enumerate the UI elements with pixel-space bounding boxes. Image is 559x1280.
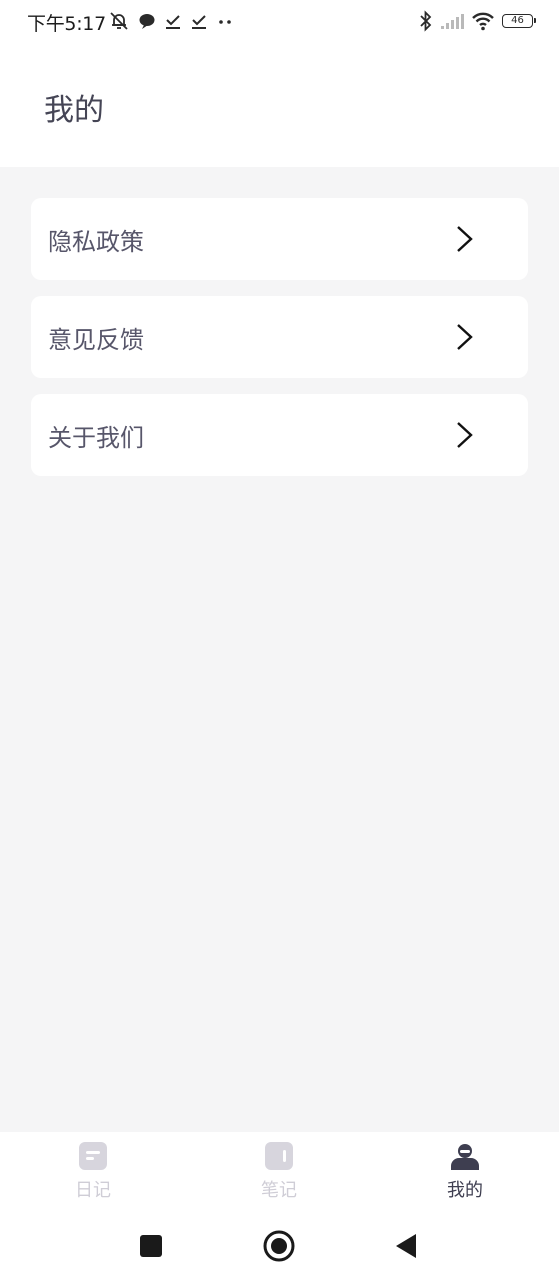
- more-dots-icon: [219, 20, 231, 24]
- back-button[interactable]: [389, 1229, 423, 1263]
- status-system-icons: 46: [419, 9, 536, 33]
- header: 我的: [0, 42, 559, 167]
- menu-item-privacy-policy[interactable]: 隐私政策: [31, 198, 528, 280]
- bottom-tab-bar: 日记 笔记 我的: [0, 1132, 559, 1212]
- recents-button[interactable]: [134, 1229, 168, 1263]
- checkmark-icon: [166, 15, 180, 29]
- tab-label: 我的: [447, 1180, 483, 1201]
- page-title: 我的: [44, 93, 104, 128]
- tab-diary[interactable]: 日记: [33, 1132, 153, 1212]
- status-notification-icons: [108, 10, 234, 32]
- chevron-right-icon: [457, 324, 473, 350]
- signal-icon: [441, 14, 464, 29]
- battery-level: 46: [511, 15, 524, 26]
- checkmark-icon: [192, 15, 206, 29]
- battery-icon: 46: [502, 14, 536, 28]
- mute-bell-icon: [110, 12, 128, 30]
- menu-item-about-us[interactable]: 关于我们: [31, 394, 528, 476]
- menu-item-label: 隐私政策: [48, 228, 144, 256]
- diary-icon: [79, 1142, 107, 1170]
- menu-item-feedback[interactable]: 意见反馈: [31, 296, 528, 378]
- chevron-right-icon: [457, 422, 473, 448]
- menu-item-label: 关于我们: [48, 424, 144, 452]
- chat-bubble-icon: [139, 14, 155, 29]
- bluetooth-icon: [420, 10, 432, 32]
- menu-item-label: 意见反馈: [48, 326, 144, 354]
- wifi-icon: [472, 12, 494, 31]
- status-time: 下午5:17: [27, 13, 106, 35]
- tab-label: 笔记: [261, 1180, 297, 1201]
- tab-label: 日记: [75, 1180, 111, 1201]
- tab-profile[interactable]: 我的: [405, 1132, 525, 1212]
- notes-icon: [265, 1142, 293, 1170]
- status-bar: 下午5:17 46: [0, 0, 559, 42]
- profile-icon: [451, 1144, 479, 1170]
- home-button[interactable]: [262, 1229, 296, 1263]
- system-nav-bar: [0, 1212, 559, 1280]
- chevron-right-icon: [457, 226, 473, 252]
- tab-notes[interactable]: 笔记: [219, 1132, 339, 1212]
